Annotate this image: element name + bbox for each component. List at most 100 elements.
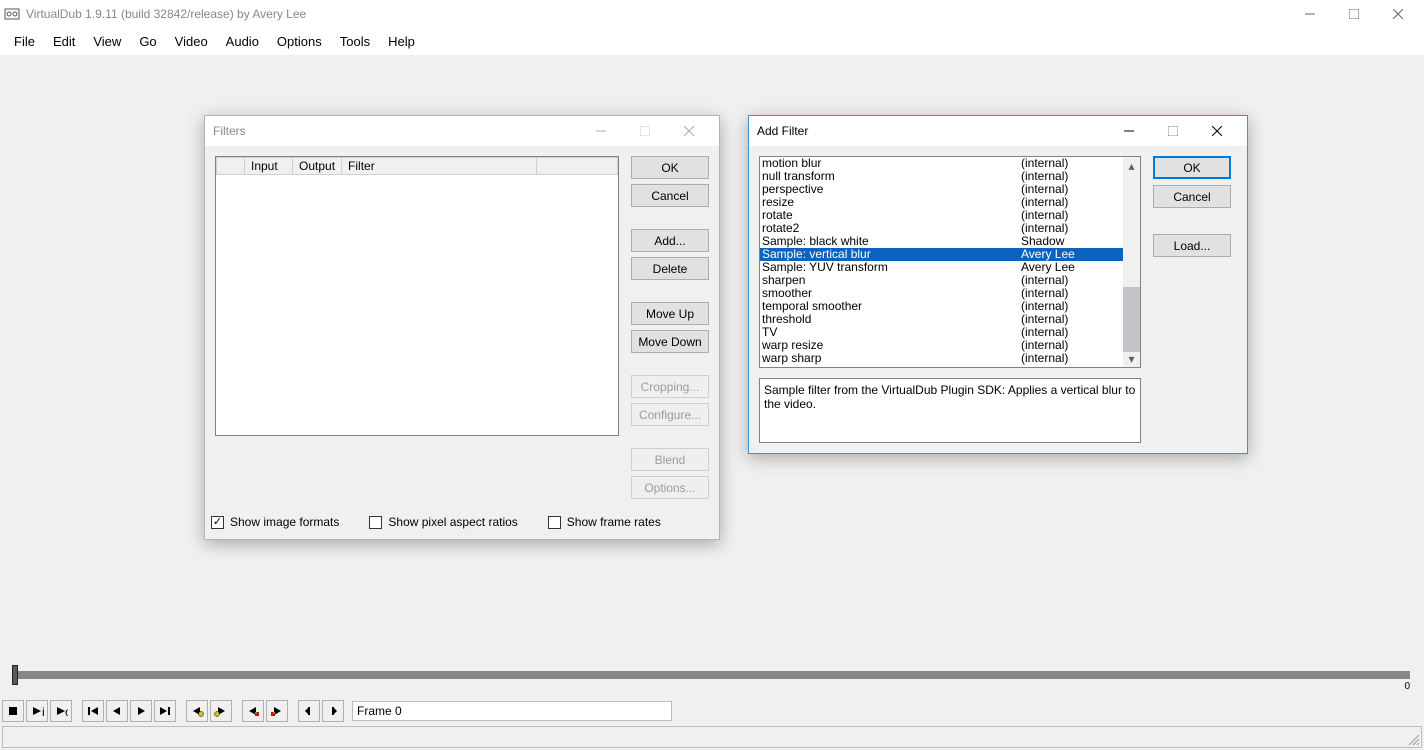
next-frame-button[interactable] — [130, 700, 152, 722]
menu-file[interactable]: File — [6, 30, 43, 53]
filter-row[interactable]: rotate2(internal) — [760, 222, 1123, 235]
filter-row[interactable]: perspective(internal) — [760, 183, 1123, 196]
filter-row[interactable]: warp resize(internal) — [760, 339, 1123, 352]
menu-edit[interactable]: Edit — [45, 30, 83, 53]
available-filters-list[interactable]: motion blur(internal)null transform(inte… — [759, 156, 1141, 368]
ok-button[interactable]: OK — [1153, 156, 1231, 179]
checkbox-show-pixel-aspect[interactable]: Show pixel aspect ratios — [369, 515, 517, 529]
filter-row[interactable]: threshold(internal) — [760, 313, 1123, 326]
filter-name: sharpen — [762, 274, 1021, 287]
menu-options[interactable]: Options — [269, 30, 330, 53]
filters-dialog: Filters Input Output Filter — [204, 115, 720, 540]
filter-name: temporal smoother — [762, 300, 1021, 313]
scrollbar-thumb[interactable] — [1123, 287, 1140, 352]
cancel-button[interactable]: Cancel — [1153, 185, 1231, 208]
next-keyframe-button[interactable] — [210, 700, 232, 722]
prev-keyframe-button[interactable] — [186, 700, 208, 722]
col-output[interactable]: Output — [293, 158, 342, 175]
menu-help[interactable]: Help — [380, 30, 423, 53]
filter-row[interactable]: smoother(internal) — [760, 287, 1123, 300]
filter-name: warp resize — [762, 339, 1021, 352]
add-button[interactable]: Add... — [631, 229, 709, 252]
menu-video[interactable]: Video — [167, 30, 216, 53]
close-icon[interactable] — [667, 116, 711, 146]
filter-row[interactable]: temporal smoother(internal) — [760, 300, 1123, 313]
titlebar: VirtualDub 1.9.11 (build 32842/release) … — [0, 0, 1424, 28]
movedown-button[interactable]: Move Down — [631, 330, 709, 353]
filter-name: Sample: black white — [762, 235, 1021, 248]
filter-row[interactable]: resize(internal) — [760, 196, 1123, 209]
filter-name: rotate2 — [762, 222, 1021, 235]
goto-end-button[interactable] — [154, 700, 176, 722]
mark-out-button[interactable] — [322, 700, 344, 722]
blend-button: Blend — [631, 448, 709, 471]
configure-button: Configure... — [631, 403, 709, 426]
mark-in-button[interactable] — [298, 700, 320, 722]
load-button[interactable]: Load... — [1153, 234, 1231, 257]
menu-tools[interactable]: Tools — [332, 30, 378, 53]
svg-text:o: o — [65, 705, 68, 717]
maximize-icon[interactable] — [1151, 116, 1195, 146]
app-title: VirtualDub 1.9.11 (build 32842/release) … — [26, 7, 1288, 21]
cropping-button: Cropping... — [631, 375, 709, 398]
checkbox-show-frame-rates[interactable]: Show frame rates — [548, 515, 661, 529]
workspace: Filters Input Output Filter — [0, 55, 1424, 750]
scrollbar[interactable]: ▴ ▾ — [1123, 157, 1140, 367]
filter-row[interactable]: null transform(internal) — [760, 170, 1123, 183]
dialog-titlebar[interactable]: Add Filter — [749, 116, 1247, 146]
resize-grip-icon[interactable] — [1406, 732, 1420, 746]
filter-name: warp sharp — [762, 352, 1021, 365]
options-button: Options... — [631, 476, 709, 499]
statusbar — [2, 726, 1422, 748]
filter-row[interactable]: Sample: YUV transformAvery Lee — [760, 261, 1123, 274]
checkbox-show-image-formats[interactable]: Show image formats — [211, 515, 339, 529]
col-filter[interactable]: Filter — [342, 158, 537, 175]
col-blank[interactable] — [217, 158, 245, 175]
app-icon — [4, 6, 20, 22]
filter-row[interactable]: TV(internal) — [760, 326, 1123, 339]
menu-go[interactable]: Go — [131, 30, 164, 53]
menubar: File Edit View Go Video Audio Options To… — [0, 28, 1424, 55]
scroll-up-icon[interactable]: ▴ — [1123, 157, 1140, 174]
moveup-button[interactable]: Move Up — [631, 302, 709, 325]
cancel-button[interactable]: Cancel — [631, 184, 709, 207]
play-input-button[interactable]: i — [26, 700, 48, 722]
goto-start-button[interactable] — [82, 700, 104, 722]
filters-list[interactable]: Input Output Filter — [215, 156, 619, 436]
minimize-icon[interactable] — [1107, 116, 1151, 146]
menu-view[interactable]: View — [85, 30, 129, 53]
minimize-icon[interactable] — [579, 116, 623, 146]
filter-name: resize — [762, 196, 1021, 209]
col-input[interactable]: Input — [245, 158, 293, 175]
timeline-handle[interactable] — [12, 665, 18, 685]
close-icon[interactable] — [1195, 116, 1239, 146]
timeline-track[interactable] — [12, 671, 1410, 679]
delete-button[interactable]: Delete — [631, 257, 709, 280]
dialog-titlebar[interactable]: Filters — [205, 116, 719, 146]
filter-name: smoother — [762, 287, 1021, 300]
maximize-icon[interactable] — [623, 116, 667, 146]
prev-frame-button[interactable] — [106, 700, 128, 722]
play-output-button[interactable]: o — [50, 700, 72, 722]
checkbox-label: Show pixel aspect ratios — [388, 515, 517, 529]
scroll-down-icon[interactable]: ▾ — [1123, 350, 1140, 367]
timeline[interactable]: 0 — [12, 665, 1410, 685]
minimize-button[interactable] — [1288, 0, 1332, 28]
add-filter-dialog: Add Filter motion blur(internal)null tra… — [748, 115, 1248, 454]
ok-button[interactable]: OK — [631, 156, 709, 179]
filter-name: rotate — [762, 209, 1021, 222]
next-drop-button[interactable] — [266, 700, 288, 722]
filter-row[interactable]: motion blur(internal) — [760, 157, 1123, 170]
prev-drop-button[interactable] — [242, 700, 264, 722]
filter-author: (internal) — [1021, 352, 1121, 365]
menu-audio[interactable]: Audio — [218, 30, 267, 53]
filter-row[interactable]: warp sharp(internal) — [760, 352, 1123, 365]
close-button[interactable] — [1376, 0, 1420, 28]
filter-row[interactable]: rotate(internal) — [760, 209, 1123, 222]
maximize-button[interactable] — [1332, 0, 1376, 28]
stop-button[interactable] — [2, 700, 24, 722]
filter-row[interactable]: sharpen(internal) — [760, 274, 1123, 287]
svg-text:i: i — [42, 705, 44, 717]
playback-toolbar: i o Frame 0 — [2, 700, 672, 722]
col-blank2[interactable] — [537, 158, 618, 175]
